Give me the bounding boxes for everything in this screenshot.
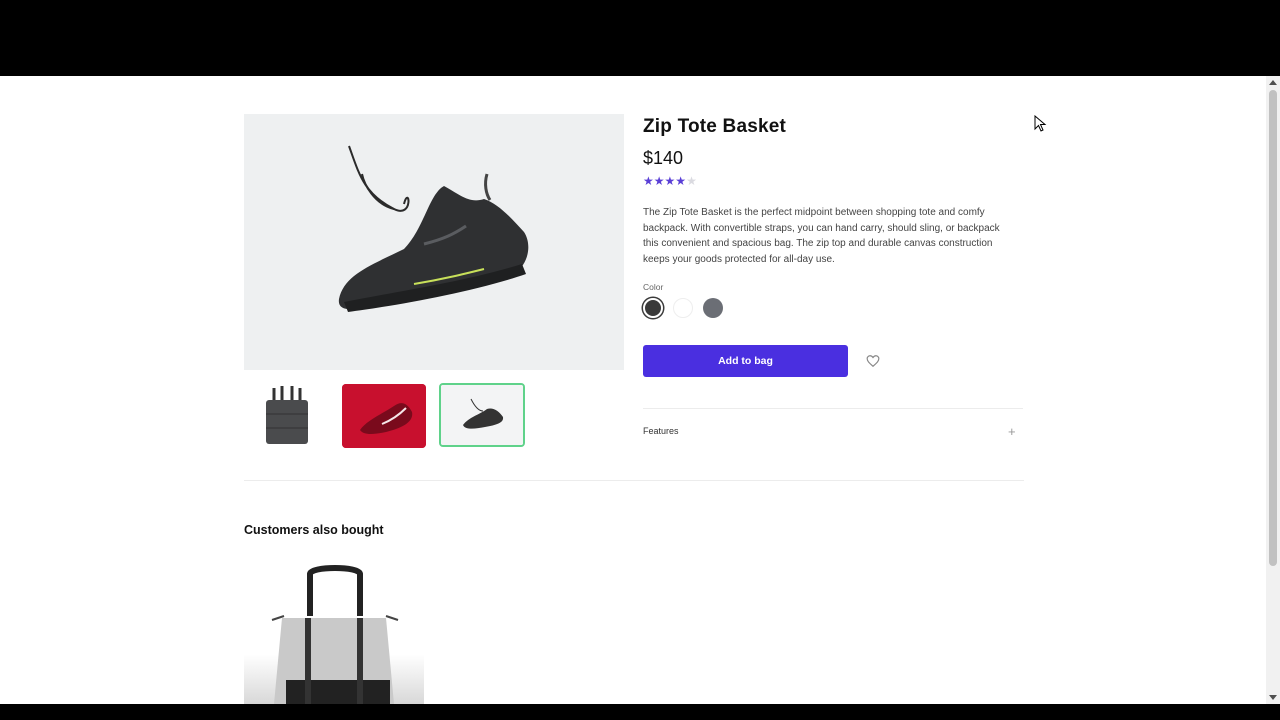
section-divider — [244, 480, 1024, 481]
black-shoe-thumbnail-image — [441, 385, 523, 445]
thumbnail-bag[interactable] — [244, 384, 328, 448]
red-shoe-thumbnail-image — [342, 384, 426, 448]
features-divider — [643, 408, 1023, 409]
heart-icon[interactable] — [866, 354, 880, 368]
star-icon: ★ — [643, 174, 654, 188]
product-main-image — [244, 114, 624, 370]
product-title: Zip Tote Basket — [643, 116, 787, 137]
color-swatch-gray[interactable] — [703, 298, 723, 318]
color-label: Color — [643, 282, 664, 292]
bag-thumbnail-image — [244, 384, 328, 448]
product-page: Zip Tote Basket $140 ★★★★★ The Zip Tote … — [0, 76, 1266, 704]
product-description: The Zip Tote Basket is the perfect midpo… — [643, 207, 1000, 265]
mouse-cursor-icon — [1034, 115, 1047, 132]
scrollbar-thumb[interactable] — [1269, 90, 1277, 566]
features-toggle-label[interactable]: Features — [643, 426, 679, 436]
rating-stars: ★★★★★ — [643, 174, 697, 188]
browser-bottom-bar — [0, 704, 1280, 720]
shoe-image — [244, 114, 624, 370]
add-to-bag-button[interactable]: Add to bag — [643, 345, 848, 377]
plus-icon[interactable]: + — [1008, 424, 1016, 439]
color-swatch-charcoal[interactable] — [643, 298, 663, 318]
vertical-scrollbar[interactable] — [1266, 76, 1280, 704]
thumbnail-black-shoe-selected[interactable] — [439, 383, 525, 447]
also-bought-product-image[interactable] — [244, 562, 424, 704]
tote-bag-image — [244, 562, 424, 704]
color-swatch-white[interactable] — [673, 298, 693, 318]
thumbnail-red-shoe[interactable] — [342, 384, 426, 448]
star-icon: ★ — [675, 174, 687, 188]
star-icon: ★ — [653, 174, 665, 188]
also-bought-title: Customers also bought — [244, 523, 384, 537]
star-icon: ★ — [664, 174, 676, 188]
browser-top-bar — [0, 0, 1280, 76]
scroll-down-arrow-icon[interactable] — [1269, 695, 1277, 700]
scroll-up-arrow-icon[interactable] — [1269, 80, 1277, 85]
product-price: $140 — [643, 148, 684, 168]
star-empty-icon: ★ — [686, 174, 697, 188]
